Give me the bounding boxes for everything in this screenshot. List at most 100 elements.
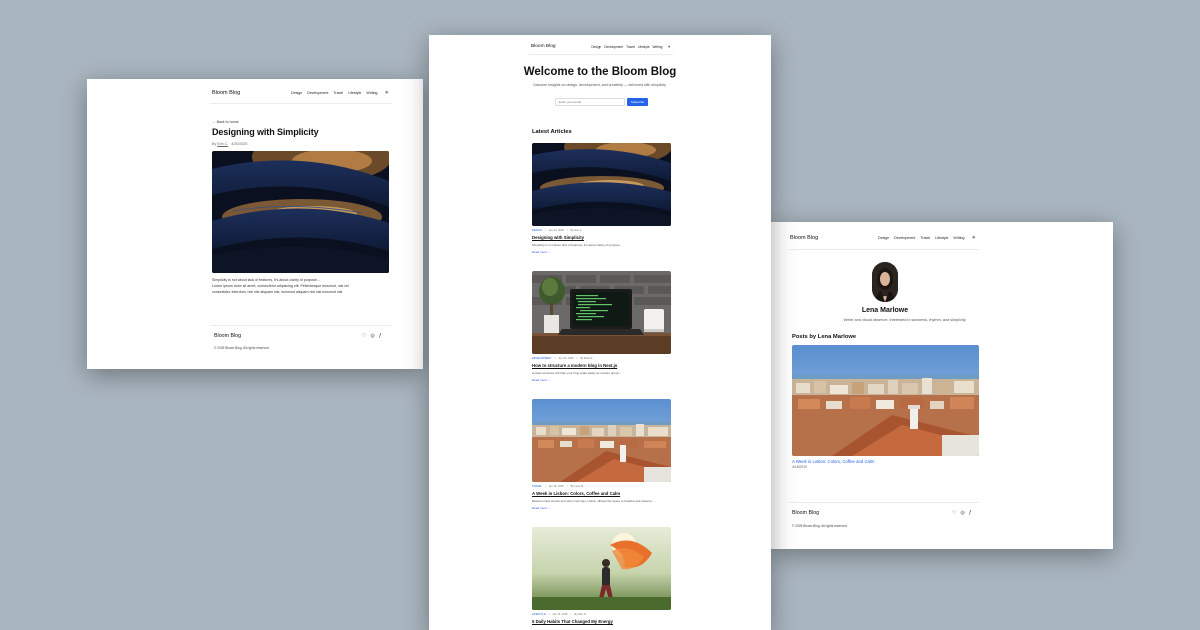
article-author: By Mark R. (580, 357, 594, 360)
nav-links: Design Development Travel Lifestyle Writ… (591, 45, 662, 49)
post-date: 4/20/2025 (231, 142, 248, 146)
nav-links: Design Development Travel Lifestyle Writ… (878, 236, 965, 240)
article-excerpt: Simplicity is not about lack of features… (532, 243, 622, 247)
article-category[interactable]: DEVELOPMENT (532, 357, 552, 360)
article-thumbnail[interactable] (532, 271, 671, 354)
nav-link-travel[interactable]: Travel (626, 45, 635, 49)
article-excerpt: Between tiled streets and slow mornings,… (532, 499, 655, 503)
top-nav: Bloom Blog Design Development Travel Lif… (790, 235, 976, 241)
post-page-window: Bloom Blog Design Development Travel Lif… (87, 79, 423, 369)
article-date: Apr 16, 2025 (552, 613, 568, 616)
instagram-icon[interactable]: ◎ (370, 333, 374, 339)
top-nav: Bloom Blog Design Development Travel Lif… (212, 90, 389, 96)
theme-toggle-icon[interactable]: ☀ (667, 44, 671, 49)
footer-brand[interactable]: Bloom Blog (792, 510, 819, 516)
theme-toggle-icon[interactable]: ☀ (972, 235, 976, 241)
nav-link-writing[interactable]: Writing (366, 91, 377, 95)
article-meta: DESIGN • Apr 24, 2025 • By Erin C. (532, 229, 671, 232)
article-meta: TRAVEL • Apr 18, 2025 • By Lena M. (532, 485, 671, 488)
article-card: LIFESTYLE • Apr 16, 2025 • By Alex N. 5 … (532, 527, 671, 624)
nav-link-development[interactable]: Development (604, 45, 623, 49)
article-card: DEVELOPMENT • Apr 26, 2025 • By Mark R. … (532, 271, 671, 382)
article-thumbnail[interactable] (532, 399, 671, 482)
facebook-icon[interactable]: ƒ (969, 510, 972, 516)
social-links: ♡ ◎ ƒ (362, 333, 382, 339)
nav-link-design[interactable]: Design (878, 236, 889, 240)
article-thumbnail[interactable] (532, 527, 671, 610)
nav-link-development[interactable]: Development (307, 91, 328, 95)
meta-separator: • (548, 613, 550, 616)
article-category[interactable]: LIFESTYLE (532, 613, 546, 616)
article-title-link[interactable]: How to structure a modern blog in Next.j… (532, 363, 671, 368)
meta-separator: • (566, 229, 568, 232)
hero-title: Welcome to the Bloom Blog (523, 66, 677, 78)
footer-divider (210, 325, 392, 326)
article-title-link[interactable]: A Week in Lisbon: Colors, Coffee and Cal… (532, 491, 671, 496)
article-card: DESIGN • Apr 24, 2025 • By Erin C. Desig… (532, 143, 671, 254)
post-author-link[interactable]: Erin C. (217, 142, 228, 146)
nav-link-travel[interactable]: Travel (920, 236, 930, 240)
nav-link-lifestyle[interactable]: Lifestyle (935, 236, 948, 240)
article-title-link[interactable]: 5 Daily Habits That Changed My Energy (532, 619, 671, 624)
post-body: Simplicity is not about lack of features… (212, 277, 389, 295)
nav-link-writing[interactable]: Writing (653, 45, 663, 49)
nav-link-lifestyle[interactable]: Lifestyle (638, 45, 650, 49)
author-posts-heading: Posts by Lena Marlowe (792, 334, 857, 340)
article-meta: LIFESTYLE • Apr 16, 2025 • By Alex N. (532, 613, 671, 616)
nav-links: Design Development Travel Lifestyle Writ… (291, 91, 378, 95)
footer-divider (789, 502, 979, 503)
read-more-link[interactable]: Read more → (532, 250, 671, 254)
article-author: By Alex N. (574, 613, 587, 616)
nav-link-design[interactable]: Design (591, 45, 601, 49)
read-more-link[interactable]: Read more → (532, 378, 671, 382)
article-title-link[interactable]: Designing with Simplicity (532, 235, 671, 240)
article-category[interactable]: DESIGN (532, 229, 542, 232)
article-date: Apr 24, 2025 (548, 229, 564, 232)
featured-post-image[interactable] (792, 345, 979, 456)
nav-link-lifestyle[interactable]: Lifestyle (348, 91, 361, 95)
nav-link-design[interactable]: Design (291, 91, 302, 95)
facebook-icon[interactable]: ƒ (379, 333, 382, 339)
featured-post-title-link[interactable]: A Week in Lisbon: Colors, Coffee and Cal… (792, 459, 874, 464)
post-hero-image (212, 151, 389, 273)
instagram-icon[interactable]: ◎ (960, 510, 964, 516)
twitter-icon[interactable]: ♡ (362, 333, 366, 339)
meta-separator: • (544, 485, 546, 488)
top-nav: Bloom Blog Design Development Travel Lif… (531, 44, 671, 49)
email-input[interactable] (555, 98, 625, 106)
nav-link-travel[interactable]: Travel (333, 91, 343, 95)
brand-logo[interactable]: Bloom Blog (531, 44, 556, 49)
post-body-line: consectetur interdum, nisl nisi aliquam … (212, 290, 344, 294)
subscribe-button[interactable]: Subscribe (627, 98, 648, 106)
meta-separator: • (554, 357, 556, 360)
article-category[interactable]: TRAVEL (532, 485, 542, 488)
article-thumbnail[interactable] (532, 143, 671, 226)
author-bio: Writer and visual observer. Interested i… (843, 318, 967, 322)
back-to-home-link[interactable]: ← Back to home (212, 120, 239, 124)
meta-separator: • (576, 357, 578, 360)
brand-logo[interactable]: Bloom Blog (790, 235, 818, 241)
read-more-link[interactable]: Read more → (532, 506, 671, 510)
footer-copyright: © 2025 Bloom Blog. All rights reserved. (792, 524, 848, 528)
meta-separator: • (566, 485, 568, 488)
hero-subtitle: Discover insights on design, development… (533, 83, 667, 87)
latest-articles-heading: Latest Articles (532, 129, 572, 135)
social-links: ♡ ◎ ƒ (952, 510, 972, 516)
nav-link-development[interactable]: Development (894, 236, 915, 240)
twitter-icon[interactable]: ♡ (952, 510, 956, 516)
brand-logo[interactable]: Bloom Blog (212, 90, 240, 96)
nav-divider (789, 249, 979, 250)
post-title: Designing with Simplicity (212, 127, 319, 137)
article-author: By Erin C. (570, 229, 583, 232)
theme-toggle-icon[interactable]: ☀ (385, 90, 389, 96)
author-page-window: Bloom Blog Design Development Travel Lif… (771, 222, 1113, 549)
author-avatar (872, 262, 898, 302)
footer-brand[interactable]: Bloom Blog (214, 333, 241, 339)
meta-separator: • (544, 229, 546, 232)
article-card: TRAVEL • Apr 18, 2025 • By Lena M. A Wee… (532, 399, 671, 510)
nav-link-writing[interactable]: Writing (953, 236, 964, 240)
article-author: By Lena M. (570, 485, 584, 488)
featured-post-date: 4/18/2025 (792, 465, 808, 469)
nav-divider (210, 103, 392, 104)
nav-divider (529, 54, 673, 55)
